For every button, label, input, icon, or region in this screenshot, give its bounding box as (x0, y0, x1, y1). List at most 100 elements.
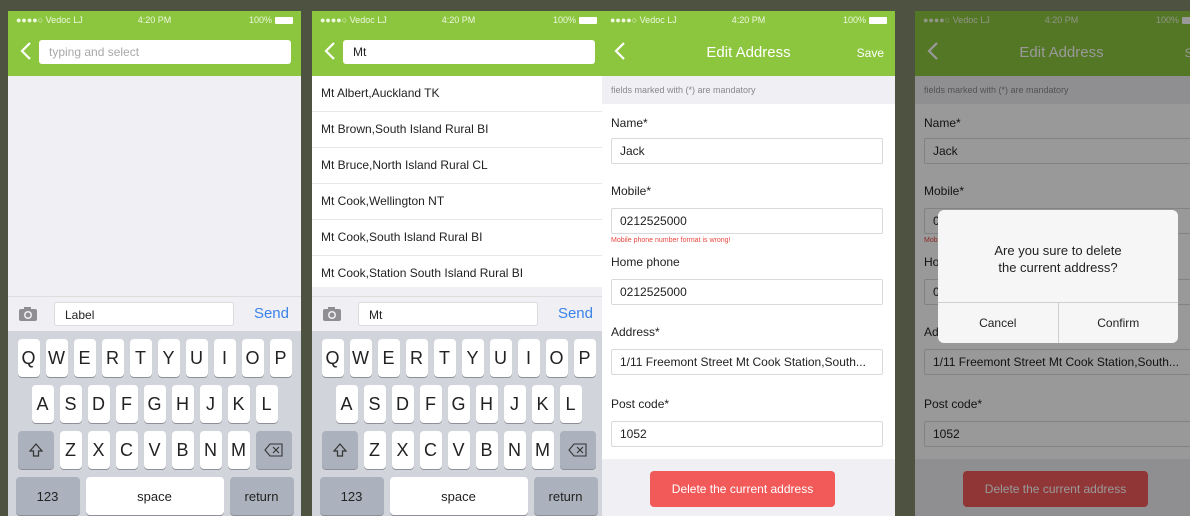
key[interactable]: T (433, 339, 456, 377)
key[interactable]: N (199, 431, 222, 469)
key[interactable]: P (269, 339, 292, 377)
key[interactable]: N (503, 431, 526, 469)
key[interactable]: G (143, 385, 166, 423)
key[interactable]: A (335, 385, 358, 423)
post-code-field[interactable]: 1052 (611, 421, 883, 447)
home-phone-field[interactable]: 0212525000 (611, 279, 883, 305)
key[interactable]: C (419, 431, 442, 469)
search-input[interactable]: typing and select (39, 40, 291, 64)
confirm-button[interactable]: Confirm (1057, 303, 1179, 343)
dialog-message: Are you sure to delete the current addre… (948, 242, 1168, 276)
key[interactable]: U (489, 339, 512, 377)
key[interactable]: S (59, 385, 82, 423)
key[interactable]: F (419, 385, 442, 423)
delete-address-button[interactable]: Delete the current address (650, 471, 835, 507)
key[interactable]: Q (321, 339, 344, 377)
top-bar: ●●●●○ Vedoc LJ 4:20 PM 100% Edit Address… (602, 11, 895, 76)
key[interactable]: U (185, 339, 208, 377)
list-item[interactable]: Mt Bruce,North Island Rural CL (312, 148, 605, 184)
save-button[interactable]: Save (857, 46, 884, 60)
key[interactable]: K (227, 385, 250, 423)
key[interactable]: K (531, 385, 554, 423)
camera-icon[interactable] (18, 306, 38, 322)
address-field[interactable]: 1/11 Freemont Street Mt Cook Station,Sou… (611, 349, 883, 375)
send-button[interactable]: Send (254, 305, 289, 322)
return-key[interactable]: return (229, 477, 294, 515)
key[interactable]: H (171, 385, 194, 423)
key[interactable]: I (517, 339, 540, 377)
key[interactable]: G (447, 385, 470, 423)
camera-icon[interactable] (322, 306, 342, 322)
key[interactable]: M (531, 431, 554, 469)
key[interactable]: R (405, 339, 428, 377)
key[interactable]: B (475, 431, 498, 469)
screen-edit-address: ●●●●○ Vedoc LJ 4:20 PM 100% Edit Address… (602, 11, 895, 516)
key[interactable]: F (115, 385, 138, 423)
shift-key[interactable] (17, 431, 54, 469)
key[interactable]: D (87, 385, 110, 423)
key[interactable]: H (475, 385, 498, 423)
list-item[interactable]: Mt Brown,South Island Rural BI (312, 112, 605, 148)
key[interactable]: D (391, 385, 414, 423)
key[interactable]: R (101, 339, 124, 377)
numbers-key[interactable]: 123 (15, 477, 80, 515)
key[interactable]: J (199, 385, 222, 423)
key[interactable]: C (115, 431, 138, 469)
page-title: Edit Address (706, 44, 791, 61)
key[interactable]: Y (157, 339, 180, 377)
label-input[interactable]: Mt (358, 302, 538, 326)
key[interactable]: V (143, 431, 166, 469)
key[interactable]: P (573, 339, 596, 377)
key[interactable]: J (503, 385, 526, 423)
list-item[interactable]: Mt Albert,Auckland TK (312, 76, 605, 112)
screen-search-results: ●●●●○ Vedoc LJ 4:20 PM 100% Mt Mt Albert… (312, 11, 605, 516)
return-key[interactable]: return (533, 477, 598, 515)
key[interactable]: W (45, 339, 68, 377)
mobile-field[interactable]: 0212525000 (611, 208, 883, 234)
shift-key[interactable] (321, 431, 358, 469)
key[interactable]: W (349, 339, 372, 377)
numbers-key[interactable]: 123 (319, 477, 384, 515)
key[interactable]: E (377, 339, 400, 377)
key[interactable]: Z (59, 431, 82, 469)
key[interactable]: Q (17, 339, 40, 377)
label-input[interactable]: Label (54, 302, 234, 326)
key[interactable]: O (241, 339, 264, 377)
backspace-icon (567, 443, 587, 457)
space-key[interactable]: space (389, 477, 528, 515)
search-input[interactable]: Mt (343, 40, 595, 64)
key[interactable]: S (363, 385, 386, 423)
key[interactable]: I (213, 339, 236, 377)
key[interactable]: Z (363, 431, 386, 469)
key[interactable]: V (447, 431, 470, 469)
backspace-key[interactable] (559, 431, 596, 469)
backspace-key[interactable] (255, 431, 292, 469)
mobile-error: Mobile phone number format is wrong! (611, 237, 731, 244)
space-key[interactable]: space (85, 477, 224, 515)
name-label: Name* (611, 116, 648, 130)
key[interactable]: B (171, 431, 194, 469)
back-icon[interactable] (320, 39, 342, 63)
key[interactable]: T (129, 339, 152, 377)
battery: 100% (249, 15, 293, 25)
send-button[interactable]: Send (558, 305, 593, 322)
name-field[interactable]: Jack (611, 138, 883, 164)
key[interactable]: X (87, 431, 110, 469)
list-item[interactable]: Mt Cook,Wellington NT (312, 184, 605, 220)
keyboard-row-4: 123 space return (312, 477, 605, 515)
key[interactable]: L (559, 385, 582, 423)
key[interactable]: O (545, 339, 568, 377)
list-item[interactable]: Mt Cook,South Island Rural BI (312, 220, 605, 256)
key[interactable]: M (227, 431, 250, 469)
key[interactable]: L (255, 385, 278, 423)
keyboard: Q W E R T Y U I O P A S D F G H J K L Z … (8, 331, 301, 516)
cancel-button[interactable]: Cancel (938, 303, 1058, 343)
back-icon[interactable] (16, 39, 38, 63)
key[interactable]: A (31, 385, 54, 423)
keyboard-row-1: Q W E R T Y U I O P (312, 339, 605, 377)
key[interactable]: E (73, 339, 96, 377)
input-bar: Label Send (8, 296, 301, 331)
battery-icon (579, 16, 597, 24)
key[interactable]: Y (461, 339, 484, 377)
key[interactable]: X (391, 431, 414, 469)
